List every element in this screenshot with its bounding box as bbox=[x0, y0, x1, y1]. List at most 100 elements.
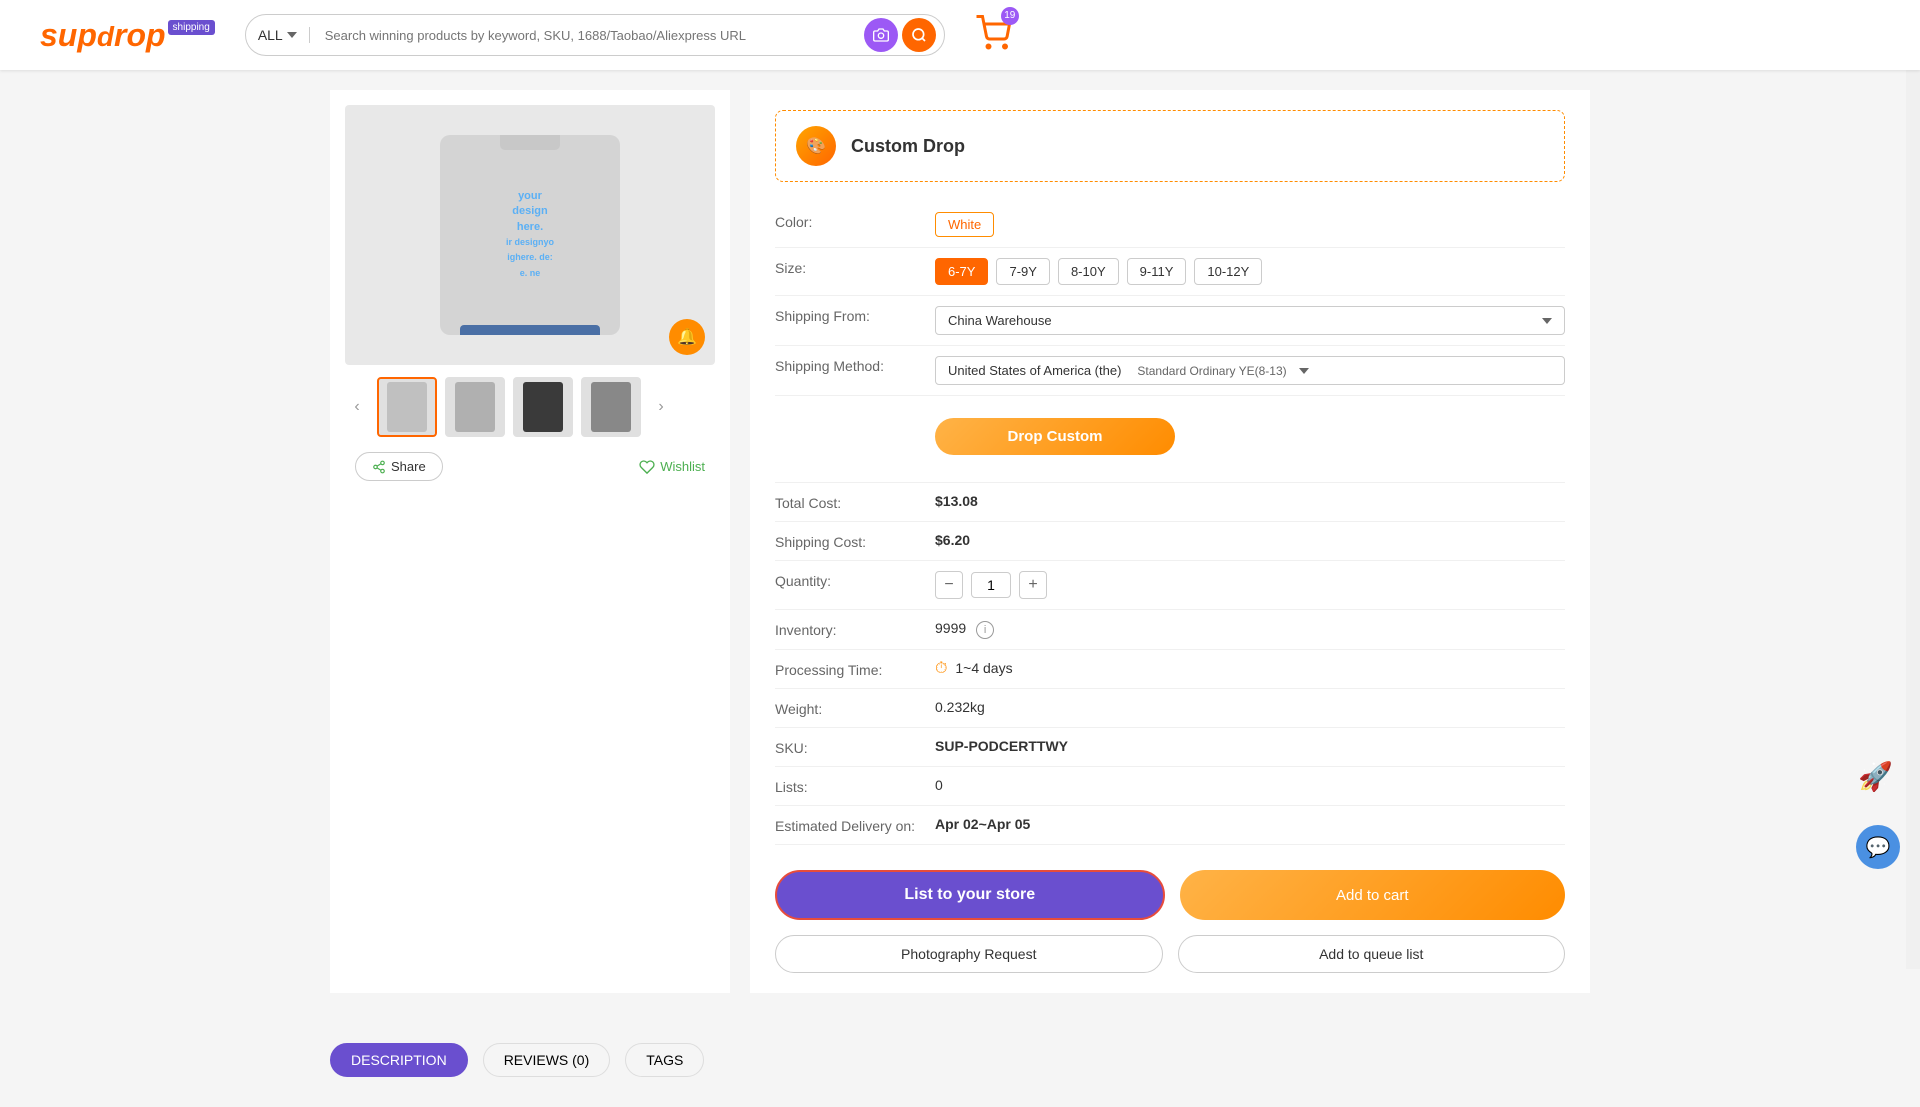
main-product-image: yourdesignhere. ir designyoighere. de:e.… bbox=[345, 105, 715, 365]
clock-icon: ⏱ bbox=[935, 660, 947, 678]
quantity-input[interactable] bbox=[971, 572, 1011, 598]
size-btn-7-9y[interactable]: 7-9Y bbox=[996, 258, 1049, 285]
tab-reviews--0-[interactable]: REVIEWS (0) bbox=[483, 1043, 611, 1077]
share-button[interactable]: Share bbox=[355, 452, 443, 481]
sku-row: SKU: SUP-PODCERTTWY bbox=[775, 728, 1565, 767]
camera-search-button[interactable] bbox=[864, 18, 898, 52]
size-btn-10-12y[interactable]: 10-12Y bbox=[1194, 258, 1262, 285]
color-row: Color: White bbox=[775, 202, 1565, 248]
shipping-from-value: China Warehouse bbox=[935, 306, 1565, 335]
lists-value: 0 bbox=[935, 777, 1565, 793]
size-btn-8-10y[interactable]: 8-10Y bbox=[1058, 258, 1119, 285]
main-content: yourdesignhere. ir designyoighere. de:e.… bbox=[330, 70, 1590, 1013]
processing-time-text: 1~4 days bbox=[955, 660, 1012, 676]
quantity-label: Quantity: bbox=[775, 571, 935, 589]
product-tabs-section: DESCRIPTION REVIEWS (0) TAGS bbox=[330, 1033, 1590, 1107]
weight-row: Weight: 0.232kg bbox=[775, 689, 1565, 728]
thumb-prev-button[interactable]: ‹ bbox=[345, 395, 369, 419]
rocket-button[interactable]: 🚀 bbox=[1858, 760, 1898, 810]
shipping-cost-label: Shipping Cost: bbox=[775, 532, 935, 550]
notification-button[interactable]: 🔔 bbox=[669, 319, 705, 355]
photo-request-button[interactable]: Photography Request bbox=[775, 935, 1163, 973]
quantity-increase-button[interactable]: + bbox=[1019, 571, 1047, 599]
thumbnail-3[interactable] bbox=[513, 377, 573, 437]
thumb-next-button[interactable]: › bbox=[649, 395, 673, 419]
shipping-cost-value: $6.20 bbox=[935, 532, 1565, 548]
shipping-method-row: Shipping Method: United States of Americ… bbox=[775, 346, 1565, 396]
chat-button[interactable]: 💬 bbox=[1856, 825, 1900, 869]
floating-actions: 🚀 💬 bbox=[1856, 760, 1900, 869]
thumbnail-1[interactable] bbox=[377, 377, 437, 437]
search-button[interactable] bbox=[902, 18, 936, 52]
lists-row: Lists: 0 bbox=[775, 767, 1565, 806]
estimated-delivery-value: Apr 02~Apr 05 bbox=[935, 816, 1565, 832]
wishlist-label: Wishlist bbox=[660, 459, 705, 474]
lists-label: Lists: bbox=[775, 777, 935, 795]
product-tabs: DESCRIPTION REVIEWS (0) TAGS bbox=[330, 1033, 1590, 1087]
shipping-method-dropdown[interactable]: United States of America (the) Standard … bbox=[935, 356, 1565, 385]
inventory-value: 9999 i bbox=[935, 620, 1565, 639]
cart-button[interactable]: 19 bbox=[975, 15, 1011, 56]
product-actions: Share Wishlist bbox=[345, 452, 715, 481]
scrollbar[interactable] bbox=[1906, 0, 1920, 969]
search-input[interactable] bbox=[310, 28, 856, 43]
product-mockup: yourdesignhere. ir designyoighere. de:e.… bbox=[345, 105, 715, 365]
thumbnail-row: ‹ › bbox=[345, 377, 715, 437]
logo-shipping-badge: shipping bbox=[168, 20, 215, 35]
estimated-delivery-row: Estimated Delivery on: Apr 02~Apr 05 bbox=[775, 806, 1565, 845]
color-options: White bbox=[935, 212, 1565, 237]
shipping-method-label: Shipping Method: bbox=[775, 356, 935, 374]
inventory-label: Inventory: bbox=[775, 620, 935, 638]
processing-time-row: Processing Time: ⏱ 1~4 days bbox=[775, 650, 1565, 689]
color-white-button[interactable]: White bbox=[935, 212, 994, 237]
product-images-panel: yourdesignhere. ir designyoighere. de:e.… bbox=[330, 90, 730, 993]
shipping-from-dropdown[interactable]: China Warehouse bbox=[935, 306, 1565, 335]
sku-value: SUP-PODCERTTWY bbox=[935, 738, 1565, 754]
weight-value: 0.232kg bbox=[935, 699, 1565, 715]
search-category-dropdown[interactable]: ALL bbox=[246, 27, 310, 43]
inventory-info-icon[interactable]: i bbox=[976, 621, 994, 639]
estimated-delivery-label: Estimated Delivery on: bbox=[775, 816, 935, 834]
add-to-cart-button[interactable]: Add to cart bbox=[1180, 870, 1566, 920]
logo-text: supdrop bbox=[40, 19, 166, 51]
sweater-design-text: yourdesignhere. ir designyoighere. de:e.… bbox=[496, 189, 564, 281]
custom-drop-section: 🎨 Custom Drop bbox=[775, 110, 1565, 182]
shipping-type-text: Standard Ordinary YE(8-13) bbox=[1137, 364, 1286, 378]
total-cost-label: Total Cost: bbox=[775, 493, 935, 511]
shipping-method-value: United States of America (the) Standard … bbox=[935, 356, 1565, 385]
processing-time-value: ⏱ 1~4 days bbox=[935, 660, 1565, 678]
thumbnail-4[interactable] bbox=[581, 377, 641, 437]
sku-label: SKU: bbox=[775, 738, 935, 756]
size-btn-9-11y[interactable]: 9-11Y bbox=[1127, 258, 1187, 285]
wishlist-button[interactable]: Wishlist bbox=[639, 459, 705, 475]
add-to-queue-button[interactable]: Add to queue list bbox=[1178, 935, 1566, 973]
size-btn-6-7y[interactable]: 6-7Y bbox=[935, 258, 988, 285]
list-to-store-button[interactable]: List to your store bbox=[775, 870, 1165, 920]
shipping-from-text: China Warehouse bbox=[948, 313, 1052, 328]
shipping-from-row: Shipping From: China Warehouse bbox=[775, 296, 1565, 346]
processing-time-label: Processing Time: bbox=[775, 660, 935, 678]
action-buttons: List to your store Add to cart Photograp… bbox=[775, 870, 1565, 973]
drop-custom-button[interactable]: Drop Custom bbox=[935, 418, 1175, 455]
tab-description[interactable]: DESCRIPTION bbox=[330, 1043, 468, 1077]
thumbnail-2[interactable] bbox=[445, 377, 505, 437]
size-row: Size: 6-7Y 7-9Y 8-10Y 9-11Y 10-12Y bbox=[775, 248, 1565, 296]
size-label: Size: bbox=[775, 258, 935, 276]
cart-badge: 19 bbox=[1001, 7, 1019, 25]
header-cart: 19 bbox=[975, 15, 1011, 56]
secondary-btn-row: Photography Request Add to queue list bbox=[775, 935, 1565, 973]
search-bar: ALL bbox=[245, 14, 945, 56]
header: supdrop shipping ALL 19 bbox=[0, 0, 1920, 70]
custom-drop-title: Custom Drop bbox=[851, 136, 965, 157]
drop-custom-row: Drop Custom bbox=[775, 396, 1565, 483]
weight-label: Weight: bbox=[775, 699, 935, 717]
product-details-panel: 🎨 Custom Drop Color: White Size: 6-7Y 7-9… bbox=[750, 90, 1590, 993]
shipping-from-label: Shipping From: bbox=[775, 306, 935, 324]
color-label: Color: bbox=[775, 212, 935, 230]
inventory-row: Inventory: 9999 i bbox=[775, 610, 1565, 650]
tab-tags[interactable]: TAGS bbox=[625, 1043, 704, 1077]
quantity-control: − + bbox=[935, 571, 1565, 599]
quantity-decrease-button[interactable]: − bbox=[935, 571, 963, 599]
quantity-row: Quantity: − + bbox=[775, 561, 1565, 610]
search-category-label: ALL bbox=[258, 27, 283, 43]
